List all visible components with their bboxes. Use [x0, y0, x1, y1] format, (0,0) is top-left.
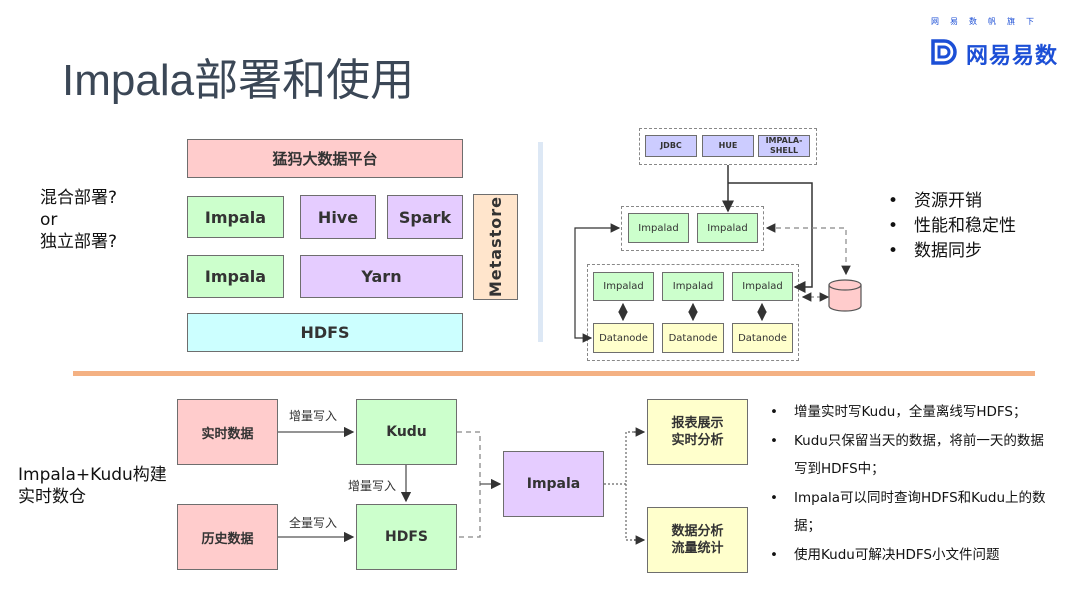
database-icon [828, 279, 862, 312]
edge-left-loop [574, 223, 621, 343]
edge-impala-to-outputs [604, 431, 644, 541]
connectors [278, 165, 862, 545]
edge-stores-to-impala [457, 431, 481, 538]
edge-db-to-coordinator [765, 223, 851, 276]
edge-clients-to-worker [728, 182, 813, 293]
